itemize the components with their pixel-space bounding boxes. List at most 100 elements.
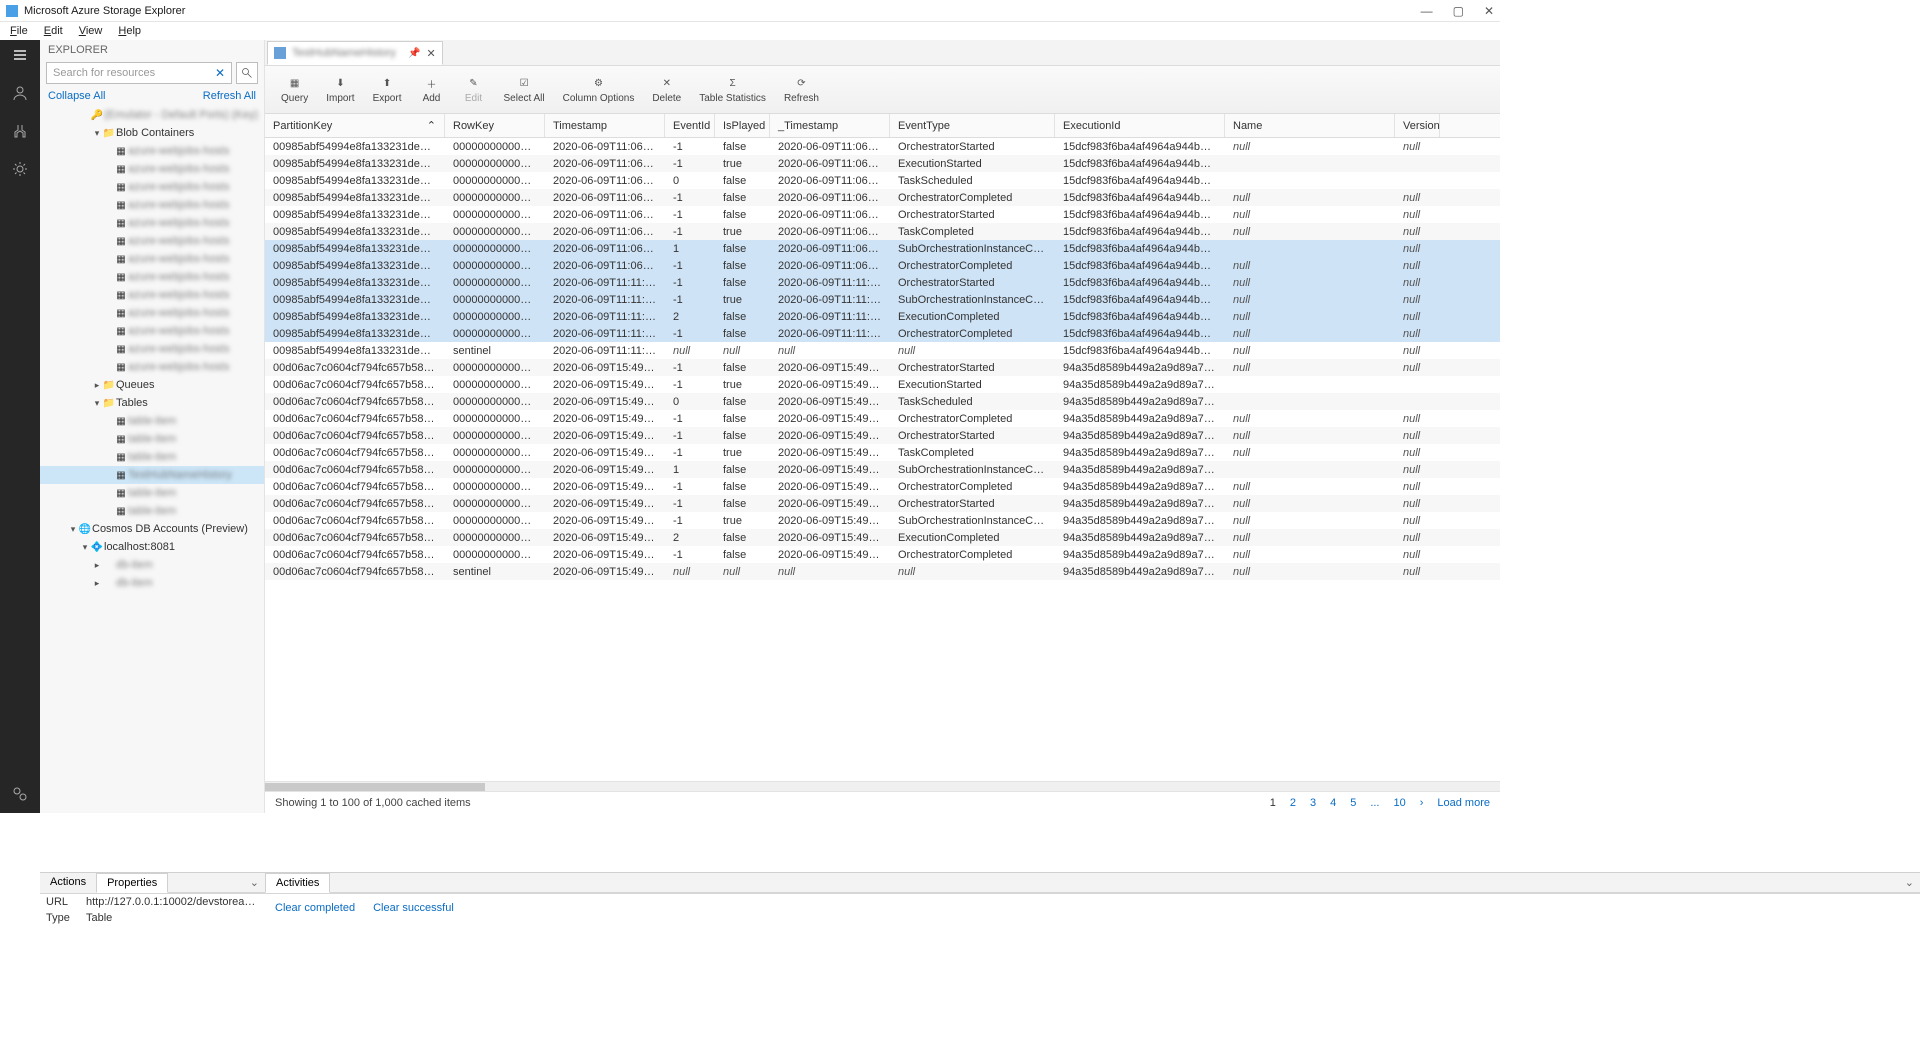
- tree-node[interactable]: ▸📁Queues: [40, 376, 264, 394]
- tree-node[interactable]: ▦table-item: [40, 448, 264, 466]
- resource-tree[interactable]: 🔑(Emulator - Default Ports) (Key)▾📁Blob …: [40, 106, 264, 813]
- search-input[interactable]: Search for resources ✕: [46, 62, 232, 84]
- tree-node[interactable]: ▸db-item: [40, 556, 264, 574]
- close-tab-icon[interactable]: ✕: [426, 47, 435, 60]
- column-options-button[interactable]: ⚙Column Options: [555, 73, 643, 106]
- table-row[interactable]: 00d06ac7c0604cf794fc657b58c4939600000000…: [265, 427, 1500, 444]
- table-row[interactable]: 00985abf54994e8fa133231deadfa64200000000…: [265, 189, 1500, 206]
- query-button[interactable]: ▦Query: [273, 73, 316, 106]
- refresh-all-link[interactable]: Refresh All: [203, 90, 256, 102]
- column-header[interactable]: IsPlayed: [715, 114, 770, 137]
- table-row[interactable]: 00d06ac7c0604cf794fc657b58c4939600000000…: [265, 478, 1500, 495]
- actions-tab[interactable]: Actions: [40, 873, 96, 893]
- tree-node[interactable]: ▦azure-webjobs-hosts: [40, 340, 264, 358]
- tree-node[interactable]: ▦table-item: [40, 430, 264, 448]
- pager-ellipsis[interactable]: ...: [1370, 797, 1379, 809]
- table-row[interactable]: 00985abf54994e8fa133231deadfa64200000000…: [265, 240, 1500, 257]
- pin-icon[interactable]: 📌: [408, 48, 420, 59]
- table-row[interactable]: 00d06ac7c0604cf794fc657b58c4939600000000…: [265, 393, 1500, 410]
- column-header[interactable]: EventId: [665, 114, 715, 137]
- column-header[interactable]: EventType: [890, 114, 1055, 137]
- table-row[interactable]: 00985abf54994e8fa133231deadfa64200000000…: [265, 308, 1500, 325]
- tree-node[interactable]: 🔑(Emulator - Default Ports) (Key): [40, 106, 264, 124]
- properties-dropdown-icon[interactable]: ⌄: [168, 873, 265, 893]
- maximize-button[interactable]: ▢: [1453, 4, 1464, 18]
- pager-page[interactable]: 1: [1270, 797, 1276, 809]
- column-header[interactable]: ExecutionId: [1055, 114, 1225, 137]
- table-row[interactable]: 00d06ac7c0604cf794fc657b58c4939600000000…: [265, 529, 1500, 546]
- menu-edit[interactable]: Edit: [38, 24, 69, 38]
- column-header[interactable]: _Timestamp: [770, 114, 890, 137]
- column-header[interactable]: Version: [1395, 114, 1440, 137]
- table-row[interactable]: 00d06ac7c0604cf794fc657b58c4939600000000…: [265, 444, 1500, 461]
- clear-completed-link[interactable]: Clear completed: [275, 902, 355, 914]
- tree-node[interactable]: ▦azure-webjobs-hosts: [40, 160, 264, 178]
- settings-icon[interactable]: [11, 160, 29, 178]
- pager-page[interactable]: 5: [1350, 797, 1356, 809]
- table-row[interactable]: 00985abf54994e8fa133231deadfa64200000000…: [265, 325, 1500, 342]
- menu-file[interactable]: File: [4, 24, 34, 38]
- menu-view[interactable]: View: [73, 24, 109, 38]
- column-header[interactable]: Timestamp: [545, 114, 665, 137]
- load-more-link[interactable]: Load more: [1437, 797, 1490, 809]
- close-button[interactable]: ✕: [1484, 4, 1494, 18]
- tree-node[interactable]: ▦azure-webjobs-hosts: [40, 286, 264, 304]
- table-row[interactable]: 00d06ac7c0604cf794fc657b58c49396sentinel…: [265, 563, 1500, 580]
- delete-button[interactable]: ✕Delete: [644, 73, 689, 106]
- table-row[interactable]: 00d06ac7c0604cf794fc657b58c4939600000000…: [265, 495, 1500, 512]
- edit-button[interactable]: ✎Edit: [453, 73, 493, 106]
- table-row[interactable]: 00985abf54994e8fa133231deadfa64200000000…: [265, 257, 1500, 274]
- table-row[interactable]: 00985abf54994e8fa133231deadfa64200000000…: [265, 274, 1500, 291]
- horizontal-scrollbar[interactable]: [265, 781, 1500, 791]
- pager-page[interactable]: 3: [1310, 797, 1316, 809]
- table-row[interactable]: 00985abf54994e8fa133231deadfa64200000000…: [265, 223, 1500, 240]
- import-button[interactable]: ⬇Import: [318, 73, 362, 106]
- table-row[interactable]: 00985abf54994e8fa133231deadfa64200000000…: [265, 172, 1500, 189]
- pager-page[interactable]: 4: [1330, 797, 1336, 809]
- feedback-icon[interactable]: [11, 785, 29, 803]
- pager-next[interactable]: ›: [1420, 797, 1424, 809]
- table-row[interactable]: 00985abf54994e8fa133231deadfa64200000000…: [265, 155, 1500, 172]
- connect-icon[interactable]: [11, 122, 29, 140]
- select-all-button[interactable]: ☑Select All: [495, 73, 552, 106]
- table-row[interactable]: 00d06ac7c0604cf794fc657b58c4939600000000…: [265, 461, 1500, 478]
- pager-page[interactable]: 10: [1393, 797, 1405, 809]
- tree-node[interactable]: ▦azure-webjobs-hosts: [40, 358, 264, 376]
- tree-node[interactable]: ▦table-item: [40, 412, 264, 430]
- tree-node[interactable]: ▾📁Tables: [40, 394, 264, 412]
- properties-tab[interactable]: Properties: [96, 873, 168, 893]
- tree-node[interactable]: ▦azure-webjobs-hosts: [40, 214, 264, 232]
- table-row[interactable]: 00985abf54994e8fa133231deadfa642sentinel…: [265, 342, 1500, 359]
- tree-node[interactable]: ▸db-item: [40, 574, 264, 592]
- add-button[interactable]: ＋Add: [411, 73, 451, 106]
- table-statistics-button[interactable]: ΣTable Statistics: [691, 73, 774, 106]
- table-row[interactable]: 00d06ac7c0604cf794fc657b58c4939600000000…: [265, 546, 1500, 563]
- table-row[interactable]: 00985abf54994e8fa133231deadfa64200000000…: [265, 206, 1500, 223]
- activities-tab[interactable]: Activities: [265, 873, 330, 893]
- tree-node[interactable]: ▾💠localhost:8081: [40, 538, 264, 556]
- table-row[interactable]: 00d06ac7c0604cf794fc657b58c4939600000000…: [265, 376, 1500, 393]
- collapse-all-link[interactable]: Collapse All: [48, 90, 105, 102]
- table-row[interactable]: 00d06ac7c0604cf794fc657b58c4939600000000…: [265, 410, 1500, 427]
- tree-node[interactable]: ▾📁Blob Containers: [40, 124, 264, 142]
- column-header[interactable]: Name: [1225, 114, 1395, 137]
- minimize-button[interactable]: —: [1421, 4, 1433, 18]
- tree-node[interactable]: ▦azure-webjobs-hosts: [40, 304, 264, 322]
- tree-node[interactable]: ▦azure-webjobs-hosts: [40, 178, 264, 196]
- table-row[interactable]: 00985abf54994e8fa133231deadfa64200000000…: [265, 291, 1500, 308]
- editor-tab[interactable]: TestHubNameHistory 📌 ✕: [267, 41, 443, 65]
- tree-node[interactable]: ▦table-item: [40, 502, 264, 520]
- tree-node[interactable]: ▦azure-webjobs-hosts: [40, 196, 264, 214]
- clear-successful-link[interactable]: Clear successful: [373, 902, 454, 914]
- menu-help[interactable]: Help: [112, 24, 147, 38]
- tree-node[interactable]: ▦TestHubNameHistory: [40, 466, 264, 484]
- search-button[interactable]: [236, 62, 258, 84]
- account-icon[interactable]: [11, 84, 29, 102]
- tree-node[interactable]: ▾🌐Cosmos DB Accounts (Preview): [40, 520, 264, 538]
- tree-node[interactable]: ▦azure-webjobs-hosts: [40, 268, 264, 286]
- column-header[interactable]: PartitionKey ⌃: [265, 114, 445, 137]
- tree-node[interactable]: ▦azure-webjobs-hosts: [40, 322, 264, 340]
- data-grid[interactable]: PartitionKey ⌃RowKeyTimestampEventIdIsPl…: [265, 114, 1500, 813]
- clear-search-icon[interactable]: ✕: [215, 66, 225, 80]
- table-row[interactable]: 00d06ac7c0604cf794fc657b58c4939600000000…: [265, 359, 1500, 376]
